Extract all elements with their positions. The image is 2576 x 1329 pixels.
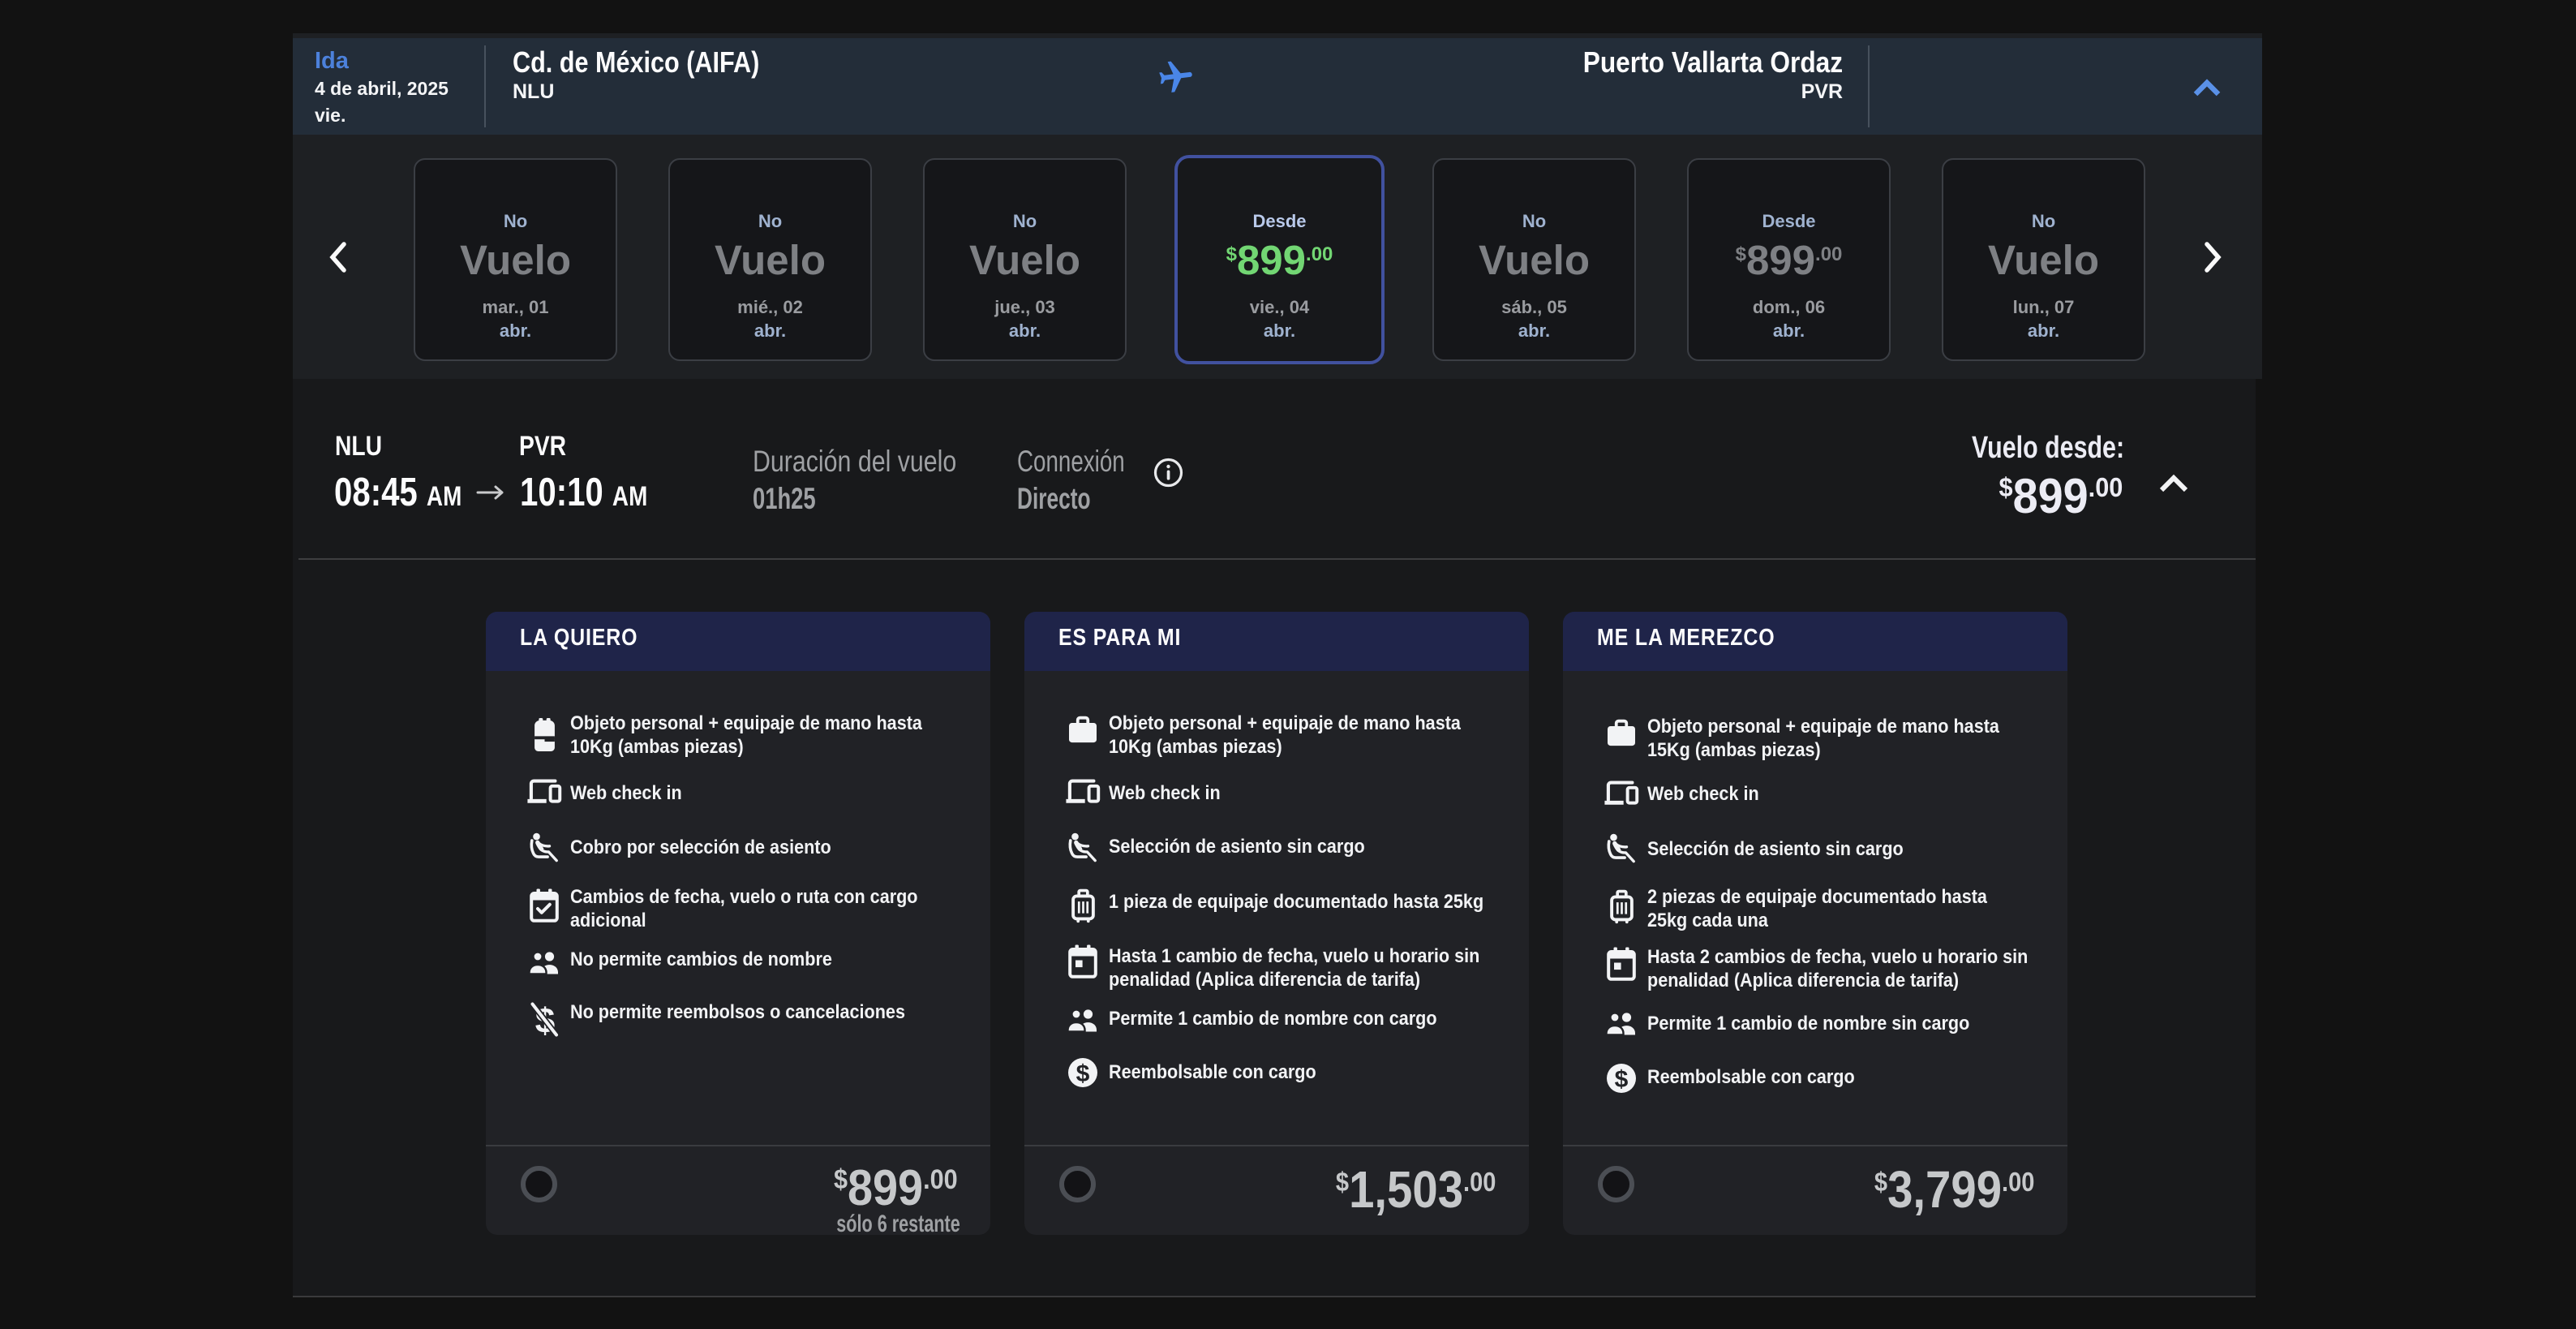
svg-text:$: $ <box>1615 1066 1629 1093</box>
svg-text:$: $ <box>1076 1060 1090 1087</box>
